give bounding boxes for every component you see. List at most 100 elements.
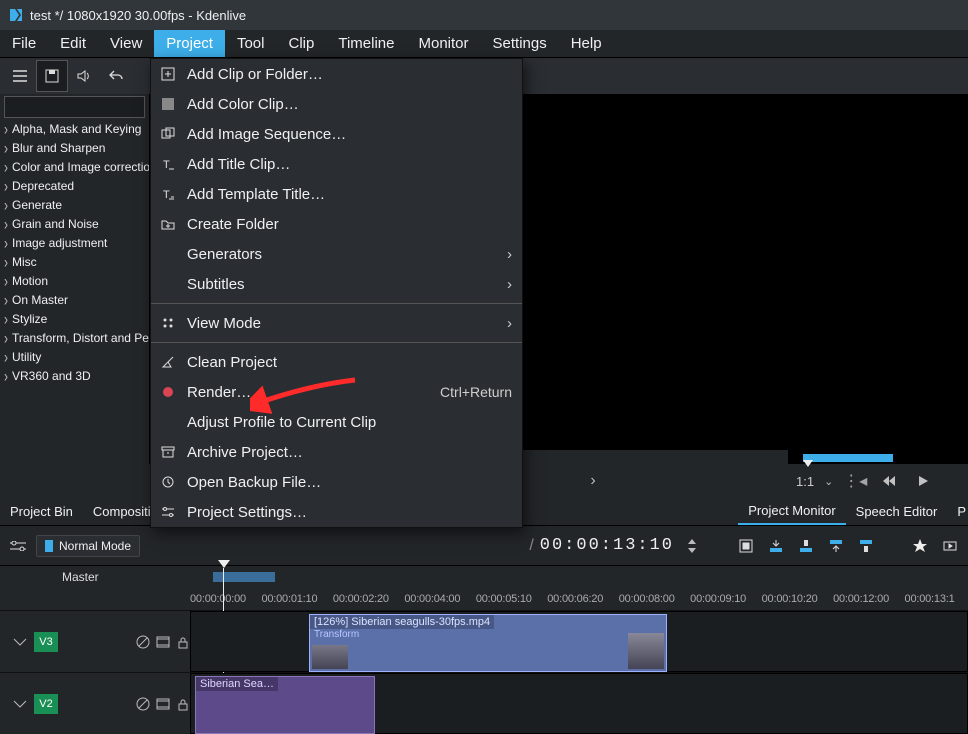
ruler-tick: 00:00:01:10 xyxy=(261,593,324,605)
favorite-star-icon[interactable] xyxy=(908,534,932,558)
timeline-ruler[interactable]: 00:00:00:0000:00:01:1000:00:02:2000:00:0… xyxy=(0,588,968,610)
timecode-display[interactable]: 00:00:13:10 xyxy=(540,536,674,555)
menu-item-label: Adjust Profile to Current Clip xyxy=(187,414,512,431)
effects-category[interactable]: On Master xyxy=(4,291,149,310)
menu-edit[interactable]: Edit xyxy=(48,30,98,57)
insert-icon[interactable] xyxy=(764,534,788,558)
timeline-tracks[interactable]: Master 00:00:00:0000:00:01:1000:00:02:20… xyxy=(0,566,968,734)
undo-icon[interactable] xyxy=(100,60,132,92)
track-v3[interactable]: V3 [126%] Siberian seagulls-30fps.mp4 Tr… xyxy=(0,610,968,672)
playhead-icon[interactable] xyxy=(218,560,230,568)
ruler-tick: 00:00:13:1 xyxy=(905,593,968,605)
menu-item-label: Add Title Clip… xyxy=(187,156,512,173)
menu-view[interactable]: View xyxy=(98,30,154,57)
rewind-icon-2[interactable] xyxy=(877,469,901,493)
hamburger-icon[interactable] xyxy=(4,60,36,92)
play-icon-2[interactable] xyxy=(911,469,935,493)
menu-item-generators[interactable]: Generators› xyxy=(151,239,522,269)
menu-timeline[interactable]: Timeline xyxy=(326,30,406,57)
effects-category[interactable]: VR360 and 3D xyxy=(4,367,149,386)
next-icon[interactable]: › xyxy=(581,469,605,493)
clip-siberian-seagulls[interactable]: [126%] Siberian seagulls-30fps.mp4 Trans… xyxy=(309,614,667,672)
menu-item-archive-project[interactable]: Archive Project… xyxy=(151,437,522,467)
menu-item-clean-project[interactable]: Clean Project xyxy=(151,347,522,377)
menu-item-label: Create Folder xyxy=(187,216,512,233)
menu-item-add-color-clip[interactable]: Add Color Clip… xyxy=(151,89,522,119)
effects-tree[interactable]: Alpha, Mask and KeyingBlur and SharpenCo… xyxy=(0,120,149,464)
menu-item-label: Subtitles xyxy=(187,276,490,293)
tab-project-monitor[interactable]: Project Monitor xyxy=(738,498,845,525)
titlebar: test */ 1080x1920 30.00fps - Kdenlive xyxy=(0,0,968,30)
view-icon xyxy=(159,314,177,332)
menu-tool[interactable]: Tool xyxy=(225,30,277,57)
menu-item-render[interactable]: Render…Ctrl+Return xyxy=(151,377,522,407)
menu-help[interactable]: Help xyxy=(559,30,614,57)
effects-category[interactable]: Grain and Noise xyxy=(4,215,149,234)
effects-search-input[interactable] xyxy=(4,96,145,118)
tab-project-bin[interactable]: Project Bin xyxy=(0,498,83,525)
volume-icon[interactable] xyxy=(68,60,100,92)
goto-start-icon[interactable]: ⋮◂ xyxy=(843,469,867,493)
chevron-down-icon[interactable] xyxy=(12,698,28,710)
menu-file[interactable]: File xyxy=(0,30,48,57)
chevron-down-icon[interactable] xyxy=(12,636,28,648)
track-v2[interactable]: V2 Siberian Sea… xyxy=(0,672,968,734)
menu-item-subtitles[interactable]: Subtitles› xyxy=(151,269,522,299)
timeline-toolbar: Normal Mode / 00:00:13:10 xyxy=(0,526,968,566)
normal-mode-badge[interactable]: Normal Mode xyxy=(36,535,140,557)
title-icon: T xyxy=(159,155,177,173)
tab-speech-editor[interactable]: Speech Editor xyxy=(846,498,948,525)
mute-icon[interactable] xyxy=(136,697,150,711)
tab-p-clipped[interactable]: P xyxy=(947,498,968,525)
ruler-tick: 00:00:06:20 xyxy=(547,593,610,605)
menu-item-add-title-clip[interactable]: T Add Title Clip… xyxy=(151,149,522,179)
broom-icon xyxy=(159,353,177,371)
menu-item-view-mode[interactable]: View Mode› xyxy=(151,308,522,338)
project-monitor-controls: 1:1 ⌄ ⋮◂ xyxy=(788,464,968,498)
clip-siberian-sea[interactable]: Siberian Sea… xyxy=(195,676,375,734)
track-badge-v2[interactable]: V2 xyxy=(34,694,58,714)
timecode-stepper-icon[interactable] xyxy=(680,534,704,558)
menu-project[interactable]: Project xyxy=(154,30,225,57)
extract-icon[interactable] xyxy=(824,534,848,558)
effects-category[interactable]: Alpha, Mask and Keying xyxy=(4,120,149,139)
menu-item-project-settings[interactable]: Project Settings… xyxy=(151,497,522,527)
submenu-arrow-icon: › xyxy=(500,246,512,263)
effects-category[interactable]: Generate xyxy=(4,196,149,215)
preview-render-icon[interactable] xyxy=(938,534,962,558)
menu-clip[interactable]: Clip xyxy=(277,30,327,57)
effects-category[interactable]: Misc xyxy=(4,253,149,272)
menu-item-adjust-profile-to-current-clip[interactable]: Adjust Profile to Current Clip xyxy=(151,407,522,437)
settings-sliders-icon[interactable] xyxy=(6,534,30,558)
effects-category[interactable]: Motion xyxy=(4,272,149,291)
menu-item-create-folder[interactable]: Create Folder xyxy=(151,209,522,239)
lock-icon[interactable] xyxy=(176,635,190,649)
archive-icon xyxy=(159,443,177,461)
lift-icon[interactable] xyxy=(854,534,878,558)
project-monitor-viewport[interactable] xyxy=(788,94,968,464)
effects-category[interactable]: Image adjustment xyxy=(4,234,149,253)
effects-category[interactable]: Color and Image correction xyxy=(4,158,149,177)
effects-category[interactable]: Stylize xyxy=(4,310,149,329)
effects-category[interactable]: Blur and Sharpen xyxy=(4,139,149,158)
film-icon[interactable] xyxy=(156,635,170,649)
effects-category[interactable]: Deprecated xyxy=(4,177,149,196)
menu-settings[interactable]: Settings xyxy=(481,30,559,57)
grid1-icon[interactable] xyxy=(734,534,758,558)
mute-icon[interactable] xyxy=(136,635,150,649)
effects-category[interactable]: Transform, Distort and Perspective xyxy=(4,329,149,348)
zoom-label[interactable]: 1:1 xyxy=(796,474,814,489)
chevron-down-icon[interactable]: ⌄ xyxy=(824,475,833,488)
blank-icon xyxy=(159,245,177,263)
save-icon[interactable] xyxy=(36,60,68,92)
menu-monitor[interactable]: Monitor xyxy=(406,30,480,57)
effects-category[interactable]: Utility xyxy=(4,348,149,367)
track-badge-v3[interactable]: V3 xyxy=(34,632,58,652)
lock-icon[interactable] xyxy=(176,697,190,711)
overwrite-icon[interactable] xyxy=(794,534,818,558)
menu-item-add-image-sequence[interactable]: Add Image Sequence… xyxy=(151,119,522,149)
menu-item-open-backup-file[interactable]: Open Backup File… xyxy=(151,467,522,497)
menu-item-add-template-title[interactable]: TAdd Template Title… xyxy=(151,179,522,209)
film-icon[interactable] xyxy=(156,697,170,711)
menu-item-add-clip-or-folder[interactable]: Add Clip or Folder… xyxy=(151,59,522,89)
